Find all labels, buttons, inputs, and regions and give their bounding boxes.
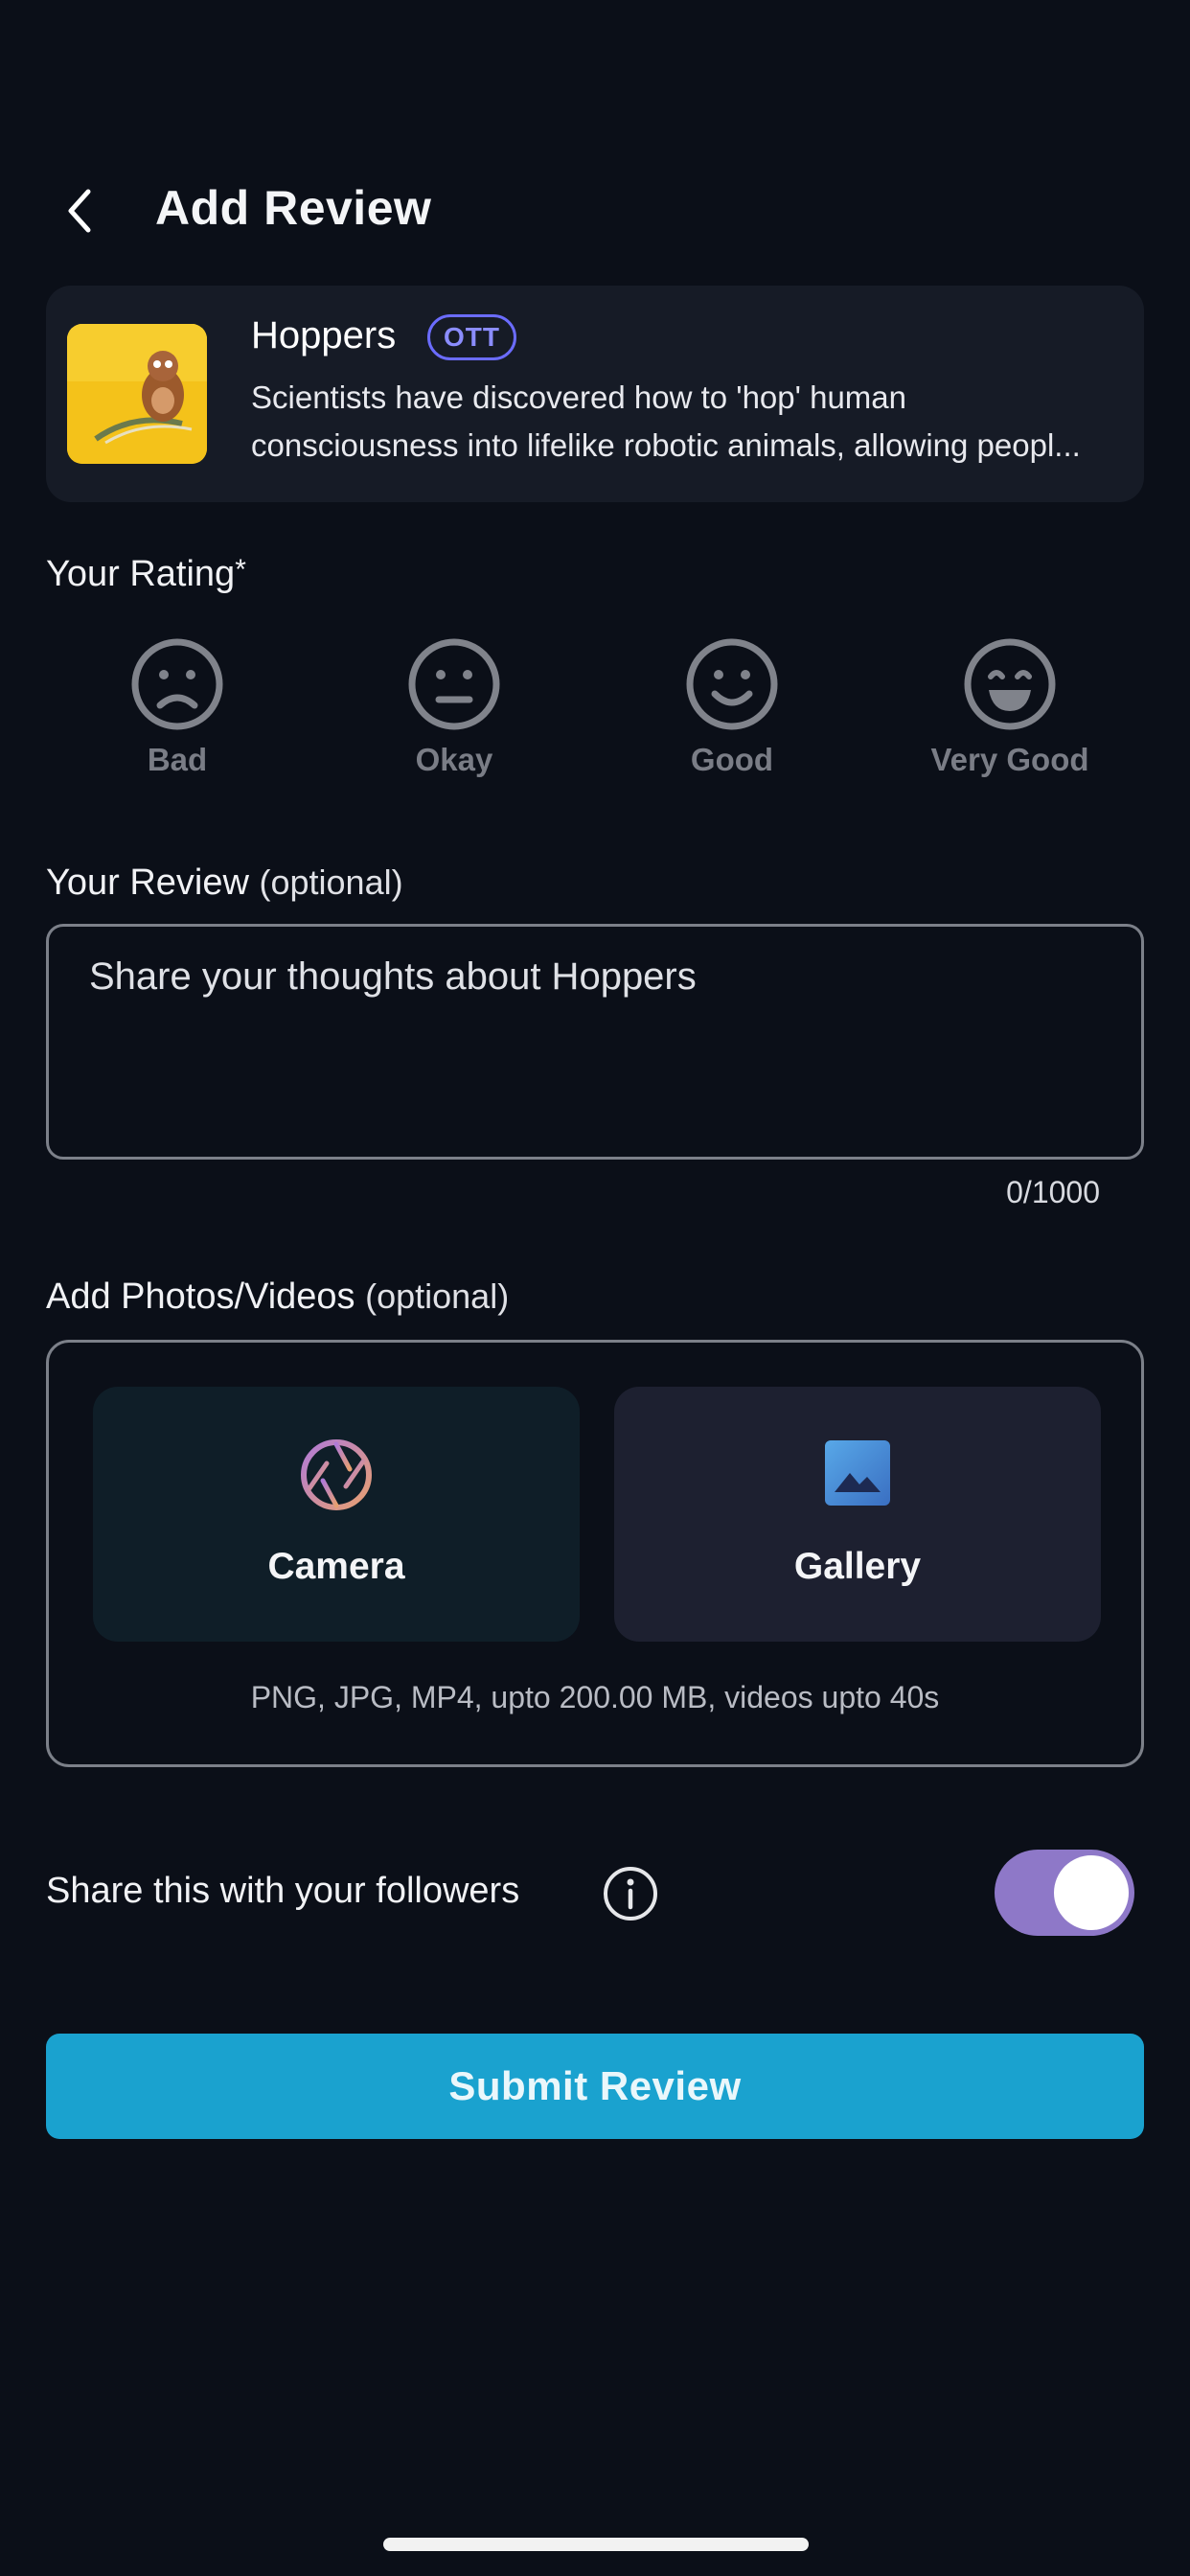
media-upload-box: Camera Gallery PNG, JPG, MP4, upto 200.0…	[46, 1340, 1144, 1767]
info-icon[interactable]	[602, 1865, 659, 1927]
rating-option-bad[interactable]: Bad	[72, 636, 283, 778]
rating-label-bad: Bad	[147, 742, 208, 777]
media-label-text: Add Photos/Videos	[46, 1276, 355, 1317]
movie-title: Hoppers	[251, 314, 397, 356]
ott-badge: OTT	[427, 314, 516, 360]
rating-label-okay: Okay	[415, 742, 493, 777]
share-toggle[interactable]	[995, 1850, 1134, 1936]
rating-option-very-good[interactable]: Very Good	[904, 636, 1115, 778]
chevron-left-icon	[68, 189, 91, 233]
share-label: Share this with your followers	[46, 1871, 520, 1911]
rating-label-text: Your Rating	[46, 554, 236, 594]
camera-label: Camera	[267, 1546, 405, 1587]
review-textarea[interactable]	[89, 955, 1101, 1128]
gallery-button[interactable]: Gallery	[614, 1387, 1101, 1642]
char-count: 0/1000	[1006, 1175, 1100, 1209]
movie-poster	[67, 324, 207, 464]
rating-label: Your Rating*	[46, 554, 246, 595]
page-title: Add Review	[155, 181, 432, 235]
rating-label-good: Good	[690, 742, 774, 777]
gallery-label: Gallery	[793, 1546, 922, 1587]
share-row: Share this with your followers	[46, 1850, 1144, 1938]
review-label-text: Your Review	[46, 862, 249, 903]
header: Add Review	[0, 163, 1190, 259]
home-indicator	[383, 2538, 809, 2551]
media-format-note: PNG, JPG, MP4, upto 200.00 MB, videos up…	[250, 1680, 940, 1714]
camera-aperture-icon	[298, 1437, 375, 1518]
rating-option-good[interactable]: Good	[627, 636, 837, 778]
movie-card: Hoppers OTT Scientists have discovered h…	[46, 286, 1144, 502]
required-mark: *	[235, 554, 246, 586]
media-label: Add Photos/Videos (optional)	[46, 1276, 509, 1318]
back-button[interactable]	[56, 184, 103, 238]
sad-face-icon	[131, 638, 223, 730]
submit-review-button[interactable]: Submit Review	[46, 2034, 1144, 2139]
media-optional-text: (optional)	[365, 1276, 510, 1316]
smile-face-icon	[686, 638, 778, 730]
grin-face-icon	[964, 638, 1056, 730]
camera-button[interactable]: Camera	[93, 1387, 580, 1642]
rating-option-okay[interactable]: Okay	[349, 636, 560, 778]
rating-label-very-good: Very Good	[930, 742, 1089, 777]
toggle-knob	[1054, 1855, 1129, 1930]
gallery-image-icon	[821, 1437, 894, 1514]
movie-description-line-2: consciousness into lifelike robotic anim…	[251, 427, 1081, 463]
movie-description-line-1: Scientists have discovered how to 'hop' …	[251, 380, 906, 415]
review-optional-text: (optional)	[259, 862, 403, 902]
review-label: Your Review (optional)	[46, 862, 403, 904]
rating-options: Bad Okay Good Very Good	[46, 636, 1144, 790]
movie-description: Scientists have discovered how to 'hop' …	[251, 374, 1133, 470]
neutral-face-icon	[408, 638, 500, 730]
review-input-container	[46, 924, 1144, 1160]
add-review-screen: Add Review Hoppers OTT Scientists have d…	[0, 0, 1190, 2576]
